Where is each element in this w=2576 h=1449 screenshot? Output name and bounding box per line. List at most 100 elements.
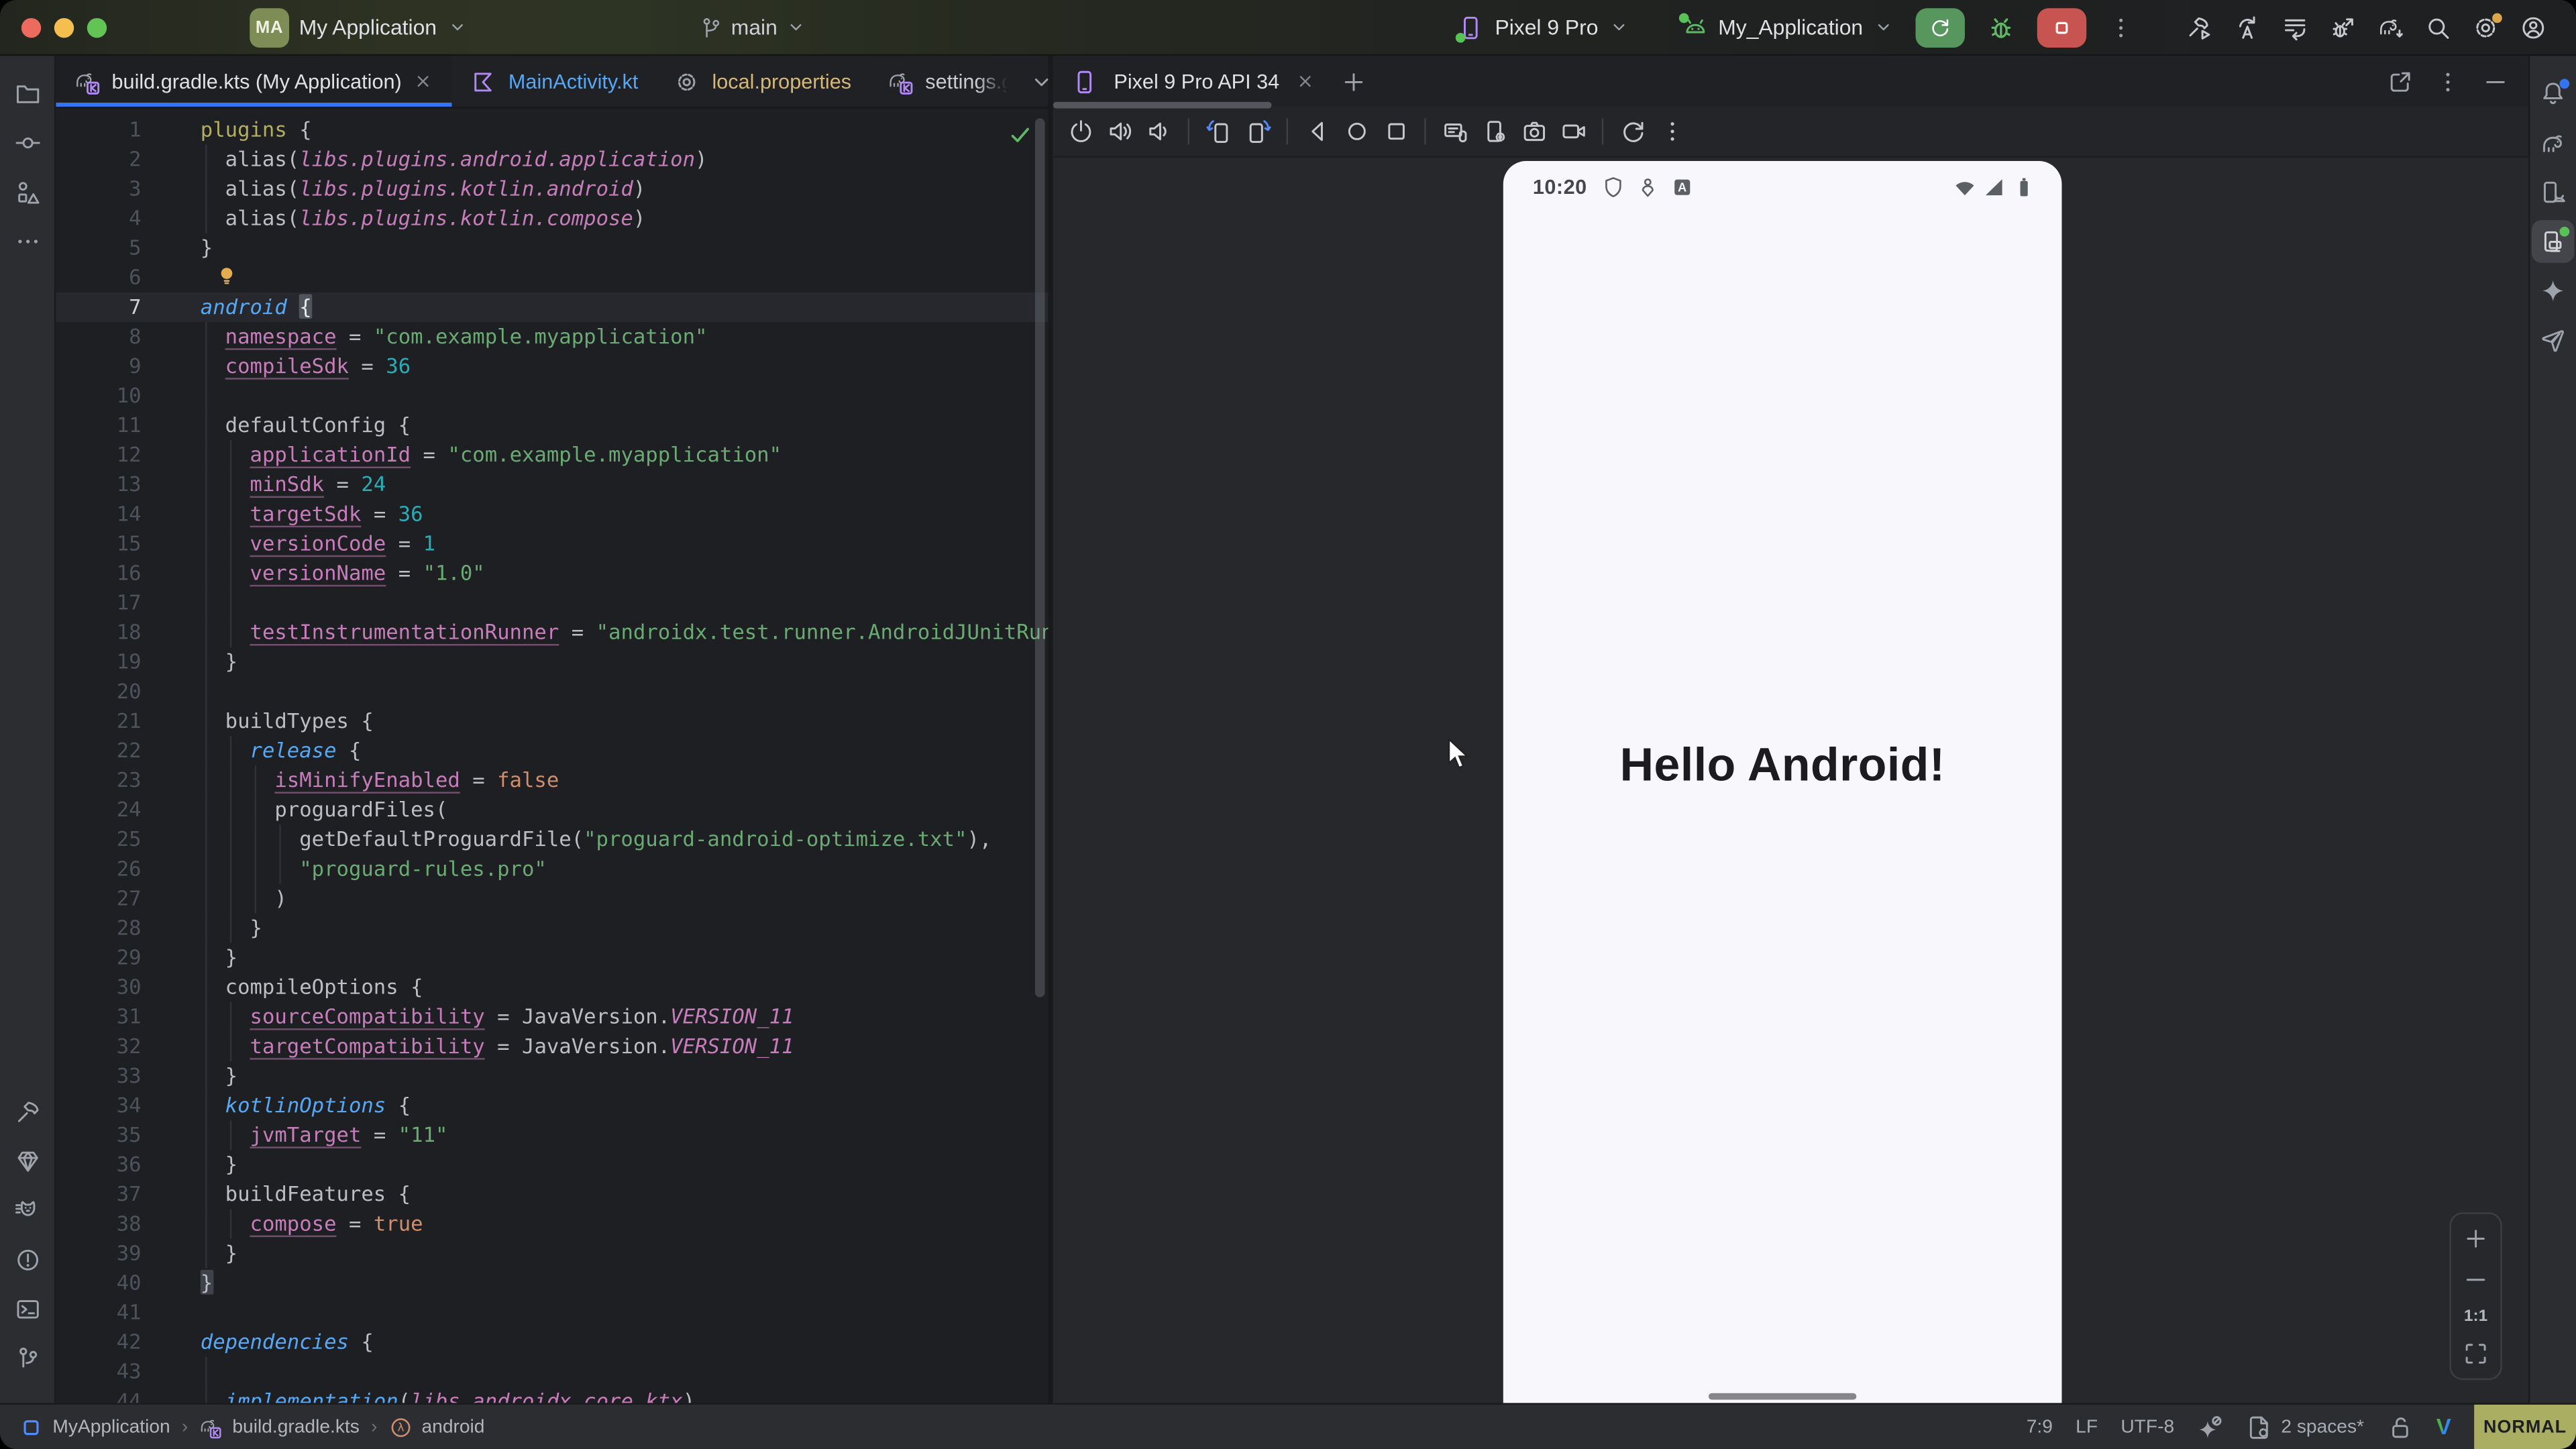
indent-widget[interactable]: 2 spaces*	[2247, 1413, 2364, 1440]
code-editor[interactable]: 1plugins {2 alias(libs.plugins.android.a…	[56, 109, 1048, 1403]
code-line-1[interactable]: 1plugins {	[56, 115, 1048, 144]
vcs-branch-widget[interactable]: main	[700, 0, 807, 54]
line-number[interactable]: 11	[56, 411, 174, 440]
more-vertical-icon[interactable]	[2434, 68, 2461, 95]
code-line-27[interactable]: 27 )	[56, 884, 1048, 914]
emulator-snapshot-reset-button[interactable]	[1615, 113, 1649, 150]
code-line-18[interactable]: 18 testInstrumentationRunner = "androidx…	[56, 618, 1048, 647]
line-number[interactable]: 37	[56, 1179, 174, 1209]
code-line-16[interactable]: 16 versionName = "1.0"	[56, 559, 1048, 588]
code-line-33[interactable]: 33 }	[56, 1061, 1048, 1091]
ai-disabled-icon[interactable]	[2197, 1413, 2223, 1440]
code-line-23[interactable]: 23 isMinifyEnabled = false	[56, 765, 1048, 795]
code-line-42[interactable]: 42dependencies {	[56, 1328, 1048, 1357]
chevron-down-icon[interactable]	[1029, 68, 1055, 95]
code-line-32[interactable]: 32 targetCompatibility = JavaVersion.VER…	[56, 1032, 1048, 1061]
line-number[interactable]: 32	[56, 1032, 174, 1061]
code-line-35[interactable]: 35 jvmTarget = "11"	[56, 1120, 1048, 1150]
code-line-10[interactable]: 10	[56, 381, 1048, 411]
emulator-rotate-right-button[interactable]	[1240, 113, 1275, 150]
code-line-19[interactable]: 19 }	[56, 647, 1048, 677]
code-line-30[interactable]: 30 compileOptions {	[56, 973, 1048, 1002]
sync-alt-icon[interactable]	[2235, 14, 2261, 40]
code-line-8[interactable]: 8 namespace = "com.example.myapplication…	[56, 322, 1048, 352]
device-tab-label[interactable]: Pixel 9 Pro API 34	[1114, 70, 1279, 93]
code-line-15[interactable]: 15 versionCode = 1	[56, 529, 1048, 559]
line-number[interactable]: 26	[56, 854, 174, 883]
user-avatar-icon[interactable]	[2520, 14, 2546, 40]
tool-stripe-item-problems[interactable]	[6, 1239, 49, 1282]
code-line-22[interactable]: 22 release {	[56, 736, 1048, 765]
emulator-nav-home-button[interactable]	[1339, 113, 1373, 150]
line-number[interactable]: 43	[56, 1357, 174, 1387]
code-line-36[interactable]: 36 }	[56, 1150, 1048, 1179]
line-number[interactable]: 31	[56, 1002, 174, 1032]
zoom-reset-button[interactable]: 1:1	[2464, 1307, 2487, 1326]
ideavim-icon[interactable]: V	[2436, 1415, 2451, 1440]
attach-debugger-icon[interactable]	[2330, 14, 2356, 40]
line-number[interactable]: 44	[56, 1387, 174, 1403]
lock-open-icon[interactable]	[2387, 1413, 2413, 1440]
close-device-tab-icon[interactable]	[1294, 70, 1316, 92]
debug-bug-icon[interactable]	[1986, 12, 2016, 42]
line-number[interactable]: 18	[56, 618, 174, 647]
zoom-in-icon[interactable]	[2463, 1226, 2489, 1252]
emulator-nav-overview-button[interactable]	[1379, 113, 1413, 150]
line-separator-widget[interactable]: LF	[2076, 1417, 2098, 1436]
code-line-26[interactable]: 26 "proguard-rules.pro"	[56, 854, 1048, 883]
code-line-41[interactable]: 41	[56, 1298, 1048, 1328]
tool-stripe-item-terminal[interactable]	[6, 1288, 49, 1331]
tool-stripe-item-plane[interactable]	[2532, 319, 2575, 362]
emulator-screen-record-button[interactable]	[1556, 113, 1590, 150]
line-number[interactable]: 35	[56, 1120, 174, 1150]
line-number[interactable]: 10	[56, 381, 174, 411]
line-number[interactable]: 34	[56, 1091, 174, 1120]
code-line-29[interactable]: 29 }	[56, 943, 1048, 973]
code-line-31[interactable]: 31 sourceCompatibility = JavaVersion.VER…	[56, 1002, 1048, 1032]
code-line-3[interactable]: 3 alias(libs.plugins.kotlin.android)	[56, 174, 1048, 204]
phone-screen[interactable]: 10:20 A Hello Android!	[1503, 161, 2062, 1408]
settings-gear-icon[interactable]	[2473, 14, 2499, 40]
tool-stripe-item-structure[interactable]	[6, 171, 49, 214]
line-number[interactable]: 20	[56, 677, 174, 706]
inspections-ok-icon[interactable]	[1007, 121, 1033, 148]
lightbulb-icon[interactable]	[215, 264, 238, 287]
tool-stripe-item-logcat-cat[interactable]	[6, 1189, 49, 1232]
line-number[interactable]: 28	[56, 914, 174, 943]
code-line-13[interactable]: 13 minSdk = 24	[56, 470, 1048, 499]
more-vertical-icon[interactable]	[2108, 14, 2134, 40]
tool-stripe-item-gem[interactable]	[6, 1140, 49, 1183]
line-number[interactable]: 14	[56, 499, 174, 529]
line-number[interactable]: 5	[56, 233, 174, 263]
line-number[interactable]: 40	[56, 1269, 174, 1298]
emulator-nav-back-button[interactable]	[1299, 113, 1334, 150]
line-number[interactable]: 39	[56, 1239, 174, 1269]
breadcrumb-item-android[interactable]: λandroid	[389, 1415, 485, 1438]
code-line-17[interactable]: 17	[56, 588, 1048, 618]
line-number[interactable]: 22	[56, 736, 174, 765]
line-number[interactable]: 19	[56, 647, 174, 677]
line-number[interactable]: 33	[56, 1061, 174, 1091]
toolbar-scrollbar[interactable]	[1053, 102, 1272, 109]
line-number[interactable]: 9	[56, 352, 174, 381]
code-line-11[interactable]: 11 defaultConfig {	[56, 411, 1048, 440]
code-line-9[interactable]: 9 compileSdk = 36	[56, 352, 1048, 381]
editor-tab-1[interactable]: build.gradle.kts (My Application)	[56, 56, 452, 107]
line-number[interactable]: 21	[56, 706, 174, 736]
code-line-38[interactable]: 38 compose = true	[56, 1209, 1048, 1238]
line-number[interactable]: 16	[56, 559, 174, 588]
device-selector[interactable]: Pixel 9 Pro	[1459, 0, 1629, 54]
code-line-28[interactable]: 28 }	[56, 914, 1048, 943]
line-number[interactable]: 23	[56, 765, 174, 795]
gesture-nav-pill[interactable]	[1709, 1393, 1856, 1400]
tool-stripe-item-commit[interactable]	[6, 121, 49, 164]
line-number[interactable]: 2	[56, 145, 174, 174]
new-device-tab-icon[interactable]	[1340, 68, 1366, 95]
line-number[interactable]: 8	[56, 322, 174, 352]
line-number[interactable]: 7	[56, 292, 174, 322]
editor-tab-3[interactable]: local.properties	[656, 56, 869, 107]
emulator-rotate-left-button[interactable]	[1201, 113, 1235, 150]
tool-stripe-item-running-devices[interactable]	[2532, 220, 2575, 263]
tool-stripe-item-device-manager[interactable]	[2532, 171, 2575, 214]
rerun-button[interactable]	[1916, 7, 1965, 47]
